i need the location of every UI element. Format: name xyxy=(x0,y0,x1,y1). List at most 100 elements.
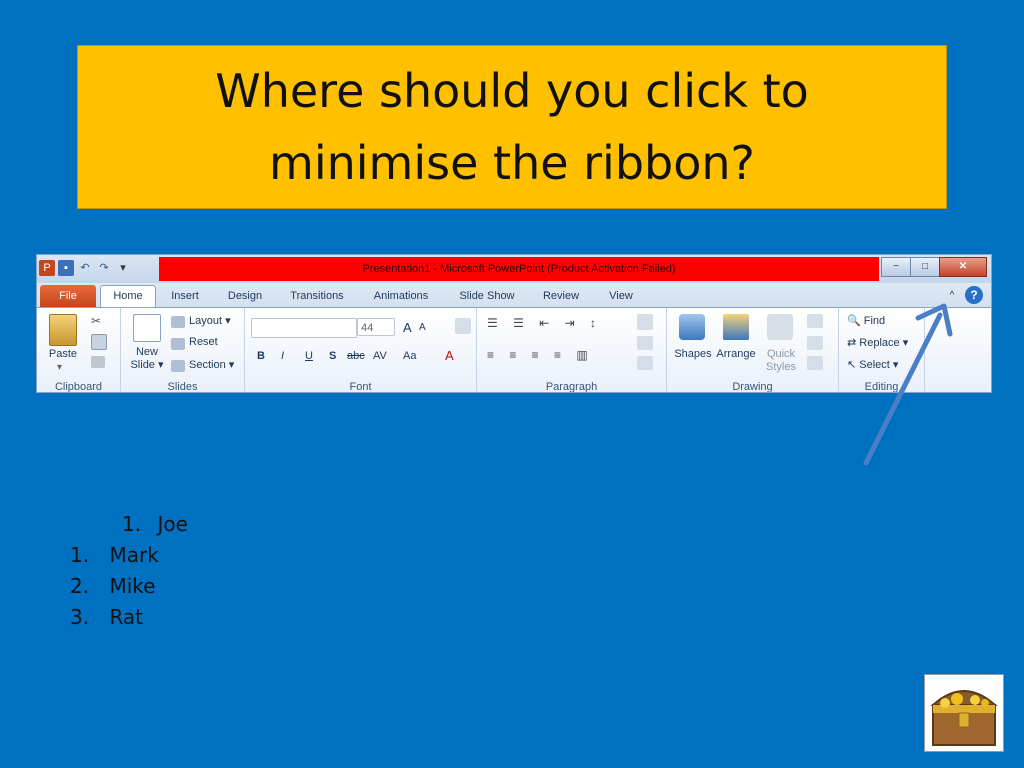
drawing-group-label: Drawing xyxy=(732,381,773,393)
powerpoint-icon[interactable]: P xyxy=(39,260,55,276)
shapes-icon[interactable] xyxy=(679,314,705,340)
italic-button[interactable]: I xyxy=(281,350,284,362)
reset-icon xyxy=(171,338,185,350)
arrange-icon[interactable] xyxy=(723,314,749,340)
close-button[interactable]: ✕ xyxy=(939,257,987,277)
tab-design[interactable]: Design xyxy=(221,285,269,307)
list-buttons-icon[interactable]: ☰ ☰ ⇤ ⇥ ↕ xyxy=(487,316,602,330)
shape-effects-icon[interactable] xyxy=(807,356,823,370)
customize-icon[interactable]: ▾ xyxy=(115,260,131,276)
title-box: Where should you click to minimise the r… xyxy=(77,45,947,209)
editing-group-label: Editing xyxy=(864,381,899,393)
paragraph-group-label: Paragraph xyxy=(545,381,598,393)
align-text-icon[interactable] xyxy=(637,336,653,350)
font-name-field[interactable] xyxy=(251,318,357,338)
grow-font-button[interactable]: A xyxy=(403,320,412,335)
shrink-font-button[interactable]: A xyxy=(419,322,426,333)
select-button[interactable]: ↖ Select ▾ xyxy=(847,358,898,371)
minimize-ribbon-icon[interactable]: ^ xyxy=(945,289,959,303)
group-editing: 🔍 Find ⇄ Replace ▾ ↖ Select ▾ Editing xyxy=(839,308,925,393)
tab-transitions[interactable]: Transitions xyxy=(285,285,349,307)
minimize-button[interactable]: − xyxy=(881,257,911,277)
maximize-button[interactable]: □ xyxy=(910,257,940,277)
answer-text: Mike xyxy=(109,574,156,598)
font-color-button[interactable]: A xyxy=(445,348,454,363)
font-size-field[interactable]: 44 xyxy=(357,318,395,336)
tab-home[interactable]: Home xyxy=(100,285,156,307)
redo-icon[interactable]: ↷ xyxy=(96,260,112,276)
arrange-label[interactable]: Arrange xyxy=(713,348,759,360)
paste-label[interactable]: Paste xyxy=(43,348,83,360)
copy-icon[interactable] xyxy=(91,334,107,350)
shadow-button[interactable]: S xyxy=(329,350,336,362)
smartart-icon[interactable] xyxy=(637,356,653,370)
tab-review[interactable]: Review xyxy=(539,285,583,307)
paste-dropdown-icon[interactable]: ▾ xyxy=(57,362,62,373)
new-slide-label[interactable]: New Slide ▾ xyxy=(127,346,167,372)
cut-icon[interactable]: ✂ xyxy=(91,314,105,328)
layout-icon xyxy=(171,316,185,328)
answer-item[interactable]: 3. Rat xyxy=(70,605,143,629)
answer-number: 3. xyxy=(70,605,90,629)
quick-styles-icon[interactable] xyxy=(767,314,793,340)
group-slides: New Slide ▾ Layout ▾ Reset Section ▾ Slid… xyxy=(121,308,245,393)
title-bar: P ▪ ↶ ↷ ▾ Presentation1 - Microsoft Powe… xyxy=(37,255,991,283)
slide-title: Where should you click to minimise the r… xyxy=(215,55,809,199)
group-clipboard: Paste ▾ ✂ Clipboard xyxy=(37,308,121,393)
treasure-chest-graphic xyxy=(930,690,998,746)
shape-outline-icon[interactable] xyxy=(807,336,823,350)
treasure-chest-icon[interactable] xyxy=(924,674,1004,752)
align-buttons-icon[interactable]: ≡ ≡ ≡ ≡ ▥ xyxy=(487,348,594,362)
slides-group-label: Slides xyxy=(167,381,198,393)
find-button[interactable]: 🔍 Find xyxy=(847,314,885,327)
answer-text: Rat xyxy=(109,605,144,629)
replace-button[interactable]: ⇄ Replace ▾ xyxy=(847,336,908,349)
quick-access-toolbar: P ▪ ↶ ↷ ▾ xyxy=(39,260,131,276)
group-drawing: Shapes Arrange Quick Styles Drawing xyxy=(667,308,839,393)
undo-icon[interactable]: ↶ xyxy=(77,260,93,276)
paste-icon[interactable] xyxy=(49,314,77,346)
answer-text: Mark xyxy=(109,543,159,567)
help-icon[interactable]: ? xyxy=(965,286,983,304)
change-case-button[interactable]: Aa xyxy=(403,350,416,362)
tab-animations[interactable]: Animations xyxy=(369,285,433,307)
title-line-1: Where should you click to xyxy=(215,64,809,118)
format-painter-icon[interactable] xyxy=(91,356,105,368)
text-direction-icon[interactable] xyxy=(637,314,653,330)
tab-file[interactable]: File xyxy=(40,285,96,307)
quick-styles-label[interactable]: Quick Styles xyxy=(761,348,801,374)
tab-insert[interactable]: Insert xyxy=(163,285,207,307)
answer-item[interactable]: 1. Mark xyxy=(70,543,159,567)
shape-fill-icon[interactable] xyxy=(807,314,823,328)
answer-item[interactable]: 2. Mike xyxy=(70,574,155,598)
replace-icon: ⇄ xyxy=(847,337,857,349)
bold-button[interactable]: B xyxy=(257,350,265,362)
group-paragraph: ☰ ☰ ⇤ ⇥ ↕ ≡ ≡ ≡ ≡ ▥ Paragraph xyxy=(477,308,667,393)
title-line-2: minimise the ribbon? xyxy=(269,136,755,190)
character-spacing-button[interactable]: AV xyxy=(373,350,387,362)
answer-number: 1. xyxy=(122,512,142,536)
powerpoint-window: P ▪ ↶ ↷ ▾ Presentation1 - Microsoft Powe… xyxy=(36,254,992,393)
new-slide-icon[interactable] xyxy=(133,314,161,342)
answer-item[interactable]: 1. Joe xyxy=(122,512,188,536)
strikethrough-button[interactable]: abc xyxy=(347,350,365,362)
select-icon: ↖ xyxy=(847,359,857,371)
layout-button[interactable]: Layout ▾ xyxy=(189,314,231,327)
section-icon xyxy=(171,360,185,372)
tab-slide-show[interactable]: Slide Show xyxy=(455,285,519,307)
window-controls: − □ ✕ xyxy=(881,257,987,277)
answer-text: Joe xyxy=(157,512,188,536)
clipboard-group-label: Clipboard xyxy=(54,381,103,393)
tab-view[interactable]: View xyxy=(603,285,639,307)
clear-formatting-icon[interactable] xyxy=(455,318,471,334)
section-button[interactable]: Section ▾ xyxy=(189,358,234,371)
ribbon-tabs: File Home Insert Design Transitions Anim… xyxy=(37,283,991,307)
font-group-label: Font xyxy=(349,381,372,393)
window-title: Presentation1 - Microsoft PowerPoint (Pr… xyxy=(159,257,879,281)
ribbon-home: Paste ▾ ✂ Clipboard New Slide ▾ Layout ▾ … xyxy=(37,307,991,393)
answer-number: 1. xyxy=(70,543,90,567)
reset-button[interactable]: Reset xyxy=(189,336,218,348)
underline-button[interactable]: U xyxy=(305,350,313,362)
shapes-label[interactable]: Shapes xyxy=(671,348,715,360)
save-icon[interactable]: ▪ xyxy=(58,260,74,276)
